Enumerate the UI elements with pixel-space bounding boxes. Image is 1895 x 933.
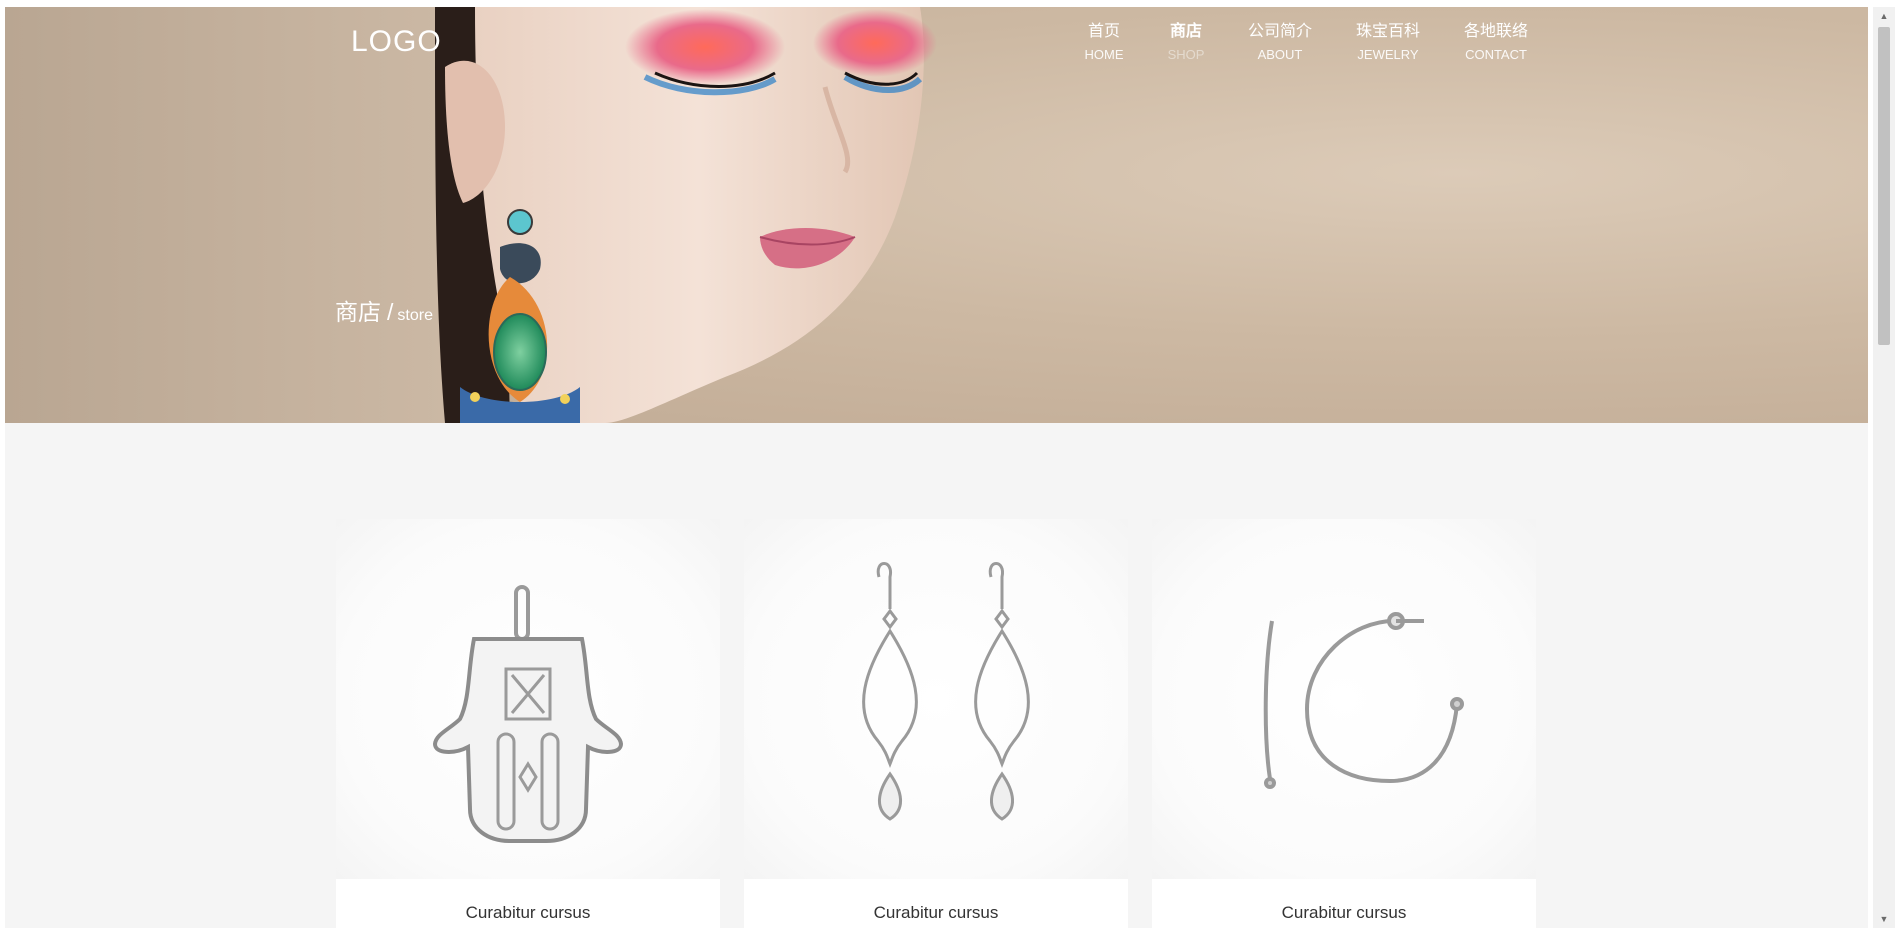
page-frame: LOGO 首页 HOME 商店 SHOP 公司简介 ABOUT 珠宝百科 JEW… [5,7,1868,928]
breadcrumb-current-zh: 商店 [335,299,381,325]
breadcrumb: 商店 / store [335,293,433,327]
nav-item-contact-zh: 各地联络 [1463,23,1528,40]
hero-banner: LOGO 首页 HOME 商店 SHOP 公司简介 ABOUT 珠宝百科 JEW… [5,7,1868,423]
product-title[interactable]: Curabitur cursus [336,903,720,923]
product-card[interactable]: Curabitur cursus [336,519,720,928]
scroll-up-icon[interactable]: ▲ [1873,7,1895,25]
nav-item-about-en: ABOUT [1257,47,1303,62]
drop-earrings-icon [862,562,1030,821]
nav-item-about-zh: 公司简介 [1247,23,1312,40]
nav-item-jewelry-zh: 珠宝百科 [1355,23,1420,40]
breadcrumb-separator: / [387,299,394,325]
nav-item-about[interactable]: 公司简介 ABOUT [1225,19,1335,65]
breadcrumb-current-en: store [397,307,433,324]
nav-item-contact[interactable]: 各地联络 CONTACT [1441,19,1551,65]
product-card[interactable]: Curabitur cursus [744,519,1128,928]
hoop-earring-icon [1263,612,1464,789]
product-title[interactable]: Curabitur cursus [1152,903,1536,923]
product-image-hamsa-pendant[interactable] [336,519,720,879]
hamsa-pendant-icon [432,585,624,843]
product-image-drop-earrings[interactable] [744,519,1128,879]
product-image-hoop-earring[interactable] [1152,519,1536,879]
nav-item-jewelry-en: JEWELRY [1357,47,1419,62]
model-portrait-image [435,7,937,423]
product-title[interactable]: Curabitur cursus [744,903,1128,923]
nav-item-jewelry[interactable]: 珠宝百科 JEWELRY [1333,19,1443,65]
site-logo[interactable]: LOGO [351,25,442,59]
product-card[interactable]: Curabitur cursus [1152,519,1536,928]
vertical-scrollbar[interactable]: ▲ ▼ [1873,7,1895,928]
nav-item-contact-en: CONTACT [1465,47,1527,62]
scroll-thumb[interactable] [1878,27,1890,345]
scroll-down-icon[interactable]: ▼ [1873,910,1895,928]
